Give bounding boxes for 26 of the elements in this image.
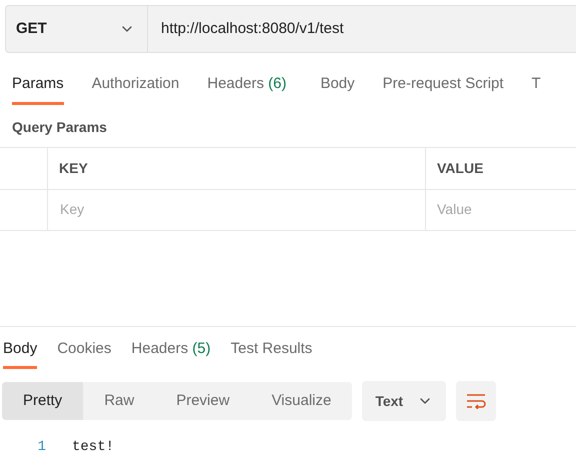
line-number: 1 — [36, 438, 46, 457]
view-mode-button[interactable]: Raw — [83, 382, 156, 420]
tab[interactable]: Headers (5) — [131, 338, 211, 369]
column-header: KEY — [47, 148, 426, 188]
tab[interactable]: Headers (6) — [207, 73, 286, 104]
wrap-lines-button[interactable] — [456, 381, 496, 421]
tab[interactable]: Params — [12, 73, 64, 104]
tab[interactable]: Cookies — [57, 338, 112, 369]
view-mode-button[interactable]: Pretty — [2, 382, 84, 420]
method-select[interactable]: GET — [5, 5, 148, 53]
view-mode-button[interactable]: Visualize — [250, 382, 352, 420]
view-mode-button[interactable]: Preview — [155, 382, 251, 420]
tab[interactable]: Body — [3, 338, 38, 369]
column-header: VALUE — [436, 158, 484, 178]
key-field[interactable]: Key — [47, 190, 426, 230]
format-select[interactable]: Text — [362, 381, 446, 421]
value-field[interactable]: Value — [426, 190, 576, 230]
tab[interactable]: Authorization — [92, 73, 180, 104]
code-line: test! — [71, 438, 114, 457]
tab[interactable]: T — [532, 73, 541, 104]
tab[interactable]: Test Results — [230, 338, 312, 369]
tab[interactable]: Pre-request Script — [382, 73, 504, 104]
section-title: Query Params — [11, 118, 108, 137]
tab[interactable]: Body — [320, 73, 355, 104]
wrap-lines-icon — [466, 393, 486, 409]
url-field[interactable]: http://localhost:8080/v1/test — [148, 5, 576, 53]
